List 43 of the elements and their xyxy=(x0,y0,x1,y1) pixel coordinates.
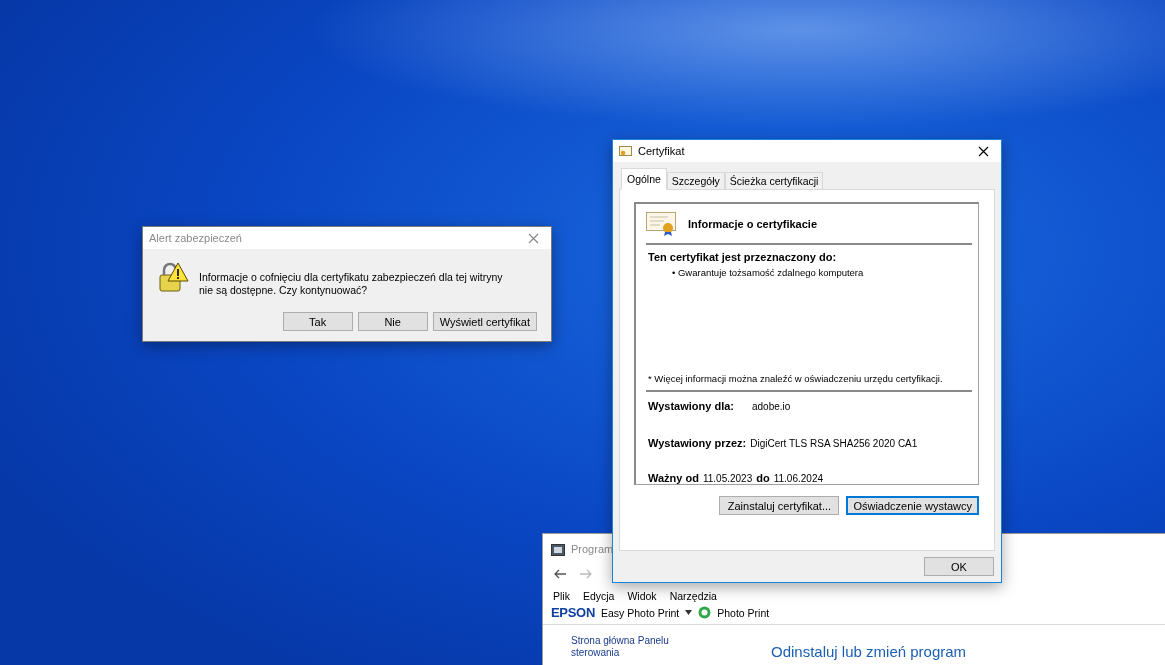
certificate-icon xyxy=(646,212,676,236)
field-label: do xyxy=(756,472,770,484)
toolbar-item[interactable]: Photo Print xyxy=(717,606,770,619)
dialog-button[interactable]: Nie xyxy=(357,312,428,331)
menu-item[interactable]: Plik xyxy=(553,590,570,602)
dialog-button[interactable]: Wyświetl certyfikat xyxy=(432,312,537,331)
dialog-button[interactable]: Tak xyxy=(282,312,353,331)
lock-warning-icon xyxy=(157,261,189,293)
tab[interactable]: Ścieżka certyfikacji xyxy=(724,172,824,190)
menu-item[interactable]: Edycja xyxy=(582,590,615,602)
back-arrow-icon[interactable] xyxy=(553,569,567,579)
photo-print-icon xyxy=(698,606,712,619)
window-title: Certyfikat xyxy=(638,145,686,157)
menu-item[interactable]: Widok xyxy=(627,590,657,602)
close-icon xyxy=(527,232,539,244)
sidebar-link[interactable]: Strona główna Panelu sterowania xyxy=(571,635,711,660)
close-icon xyxy=(977,145,989,157)
toolbar-item[interactable]: Easy Photo Print xyxy=(601,606,680,619)
field-label: Wystawiony dla: xyxy=(648,400,734,412)
tab[interactable]: Szczegóły xyxy=(666,172,725,190)
brand-logo: EPSON xyxy=(551,605,595,620)
purpose-item: • Gwarantuje tożsamość zdalnego komputera xyxy=(672,267,865,278)
dialog-button[interactable]: Zainstaluj certyfikat... xyxy=(719,496,840,515)
field-value: DigiCert TLS RSA SHA256 2020 CA1 xyxy=(750,438,918,449)
dropdown-caret-icon[interactable] xyxy=(685,610,693,615)
section-heading: Informacje o certyfikacie xyxy=(688,218,817,230)
menu-item[interactable]: Narzędzia xyxy=(669,590,717,602)
field-value: adobe.io xyxy=(752,401,791,412)
dialog-button[interactable]: Oświadczenie wystawcy xyxy=(846,496,979,515)
purpose-heading: Ten certyfikat jest przeznaczony do: xyxy=(648,251,838,263)
tab[interactable]: Ogólne xyxy=(621,168,667,190)
window-title: Program xyxy=(571,543,614,555)
field-value: 11.06.2024 xyxy=(773,473,823,484)
field-label: Ważny od xyxy=(648,472,699,484)
field-label: Wystawiony przez: xyxy=(648,437,747,449)
field-value: 11.05.2023 xyxy=(702,473,753,484)
window-title: Alert zabezpieczeń xyxy=(149,232,243,244)
certificate-icon xyxy=(619,145,632,157)
page-heading: Odinstaluj lub zmień program xyxy=(771,643,967,660)
ok-button[interactable]: OK xyxy=(924,557,994,576)
info-note: * Więcej informacji można znaleźć w oświadczeniu urzędu certyfikacji. xyxy=(646,373,972,392)
control-panel-icon xyxy=(551,542,565,556)
alert-message: Informacje o cofnięciu dla certyfikatu zabezpieczeń dla tej witryny nie są dostępne. Czy kontynuować? xyxy=(199,271,504,297)
